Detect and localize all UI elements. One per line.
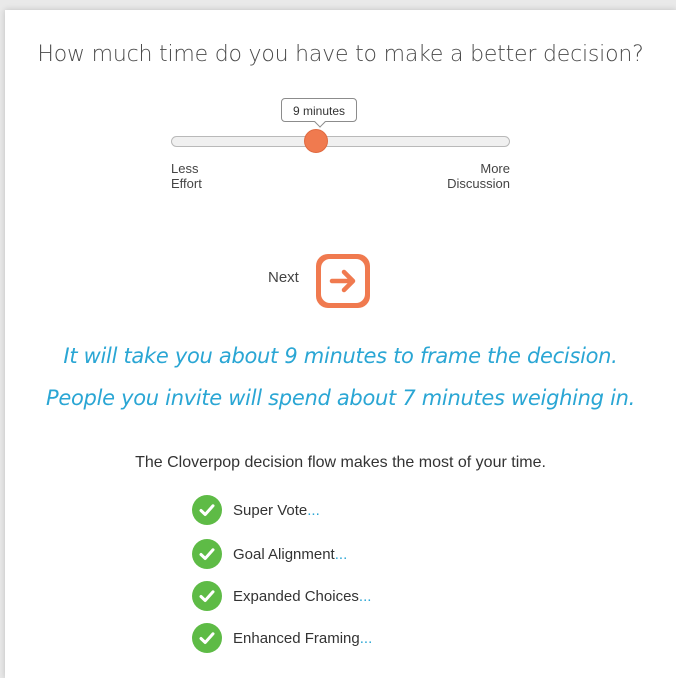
slider-right-label-line1: More: [480, 161, 510, 176]
next-button[interactable]: [316, 254, 370, 308]
feature-item-goal-alignment: Goal Alignment...: [192, 538, 347, 570]
frame-time-message: It will take you about 9 minutes to fram…: [63, 344, 618, 368]
feature-item-enhanced-framing: Enhanced Framing...: [192, 622, 372, 654]
check-icon: [192, 539, 222, 569]
feature-label: Enhanced Framing...: [233, 630, 372, 647]
arrow-right-icon: [329, 269, 356, 293]
feature-item-super-vote: Super Vote...: [192, 494, 320, 526]
feature-label-text: Enhanced Framing: [233, 629, 360, 647]
slider-value-tooltip: 9 minutes: [281, 98, 357, 122]
feature-label-text: Goal Alignment: [233, 545, 335, 563]
check-icon: [192, 495, 222, 525]
feature-item-expanded-choices: Expanded Choices...: [192, 580, 371, 612]
slider-left-label-line1: Less: [171, 161, 199, 176]
slider-left-label-line2: Effort: [171, 176, 202, 191]
slider-left-label: Less Effort: [171, 161, 202, 191]
feature-more-link[interactable]: ...: [359, 588, 372, 605]
feature-label-text: Expanded Choices: [233, 587, 359, 605]
feature-label: Expanded Choices...: [233, 588, 371, 605]
feature-more-link[interactable]: ...: [360, 630, 373, 647]
feature-label: Goal Alignment...: [233, 546, 347, 563]
time-slider-track[interactable]: [171, 136, 510, 147]
decision-card: How much time do you have to make a bett…: [5, 10, 676, 678]
feature-label-text: Super Vote: [233, 501, 308, 519]
check-icon: [192, 623, 222, 653]
feature-more-link[interactable]: ...: [307, 502, 320, 519]
page-question: How much time do you have to make a bett…: [37, 42, 644, 67]
invite-time-message: People you invite will spend about 7 min…: [46, 386, 635, 410]
feature-label: Super Vote...: [233, 502, 320, 519]
next-label[interactable]: Next: [268, 269, 299, 286]
time-slider-thumb[interactable]: [304, 129, 328, 153]
slider-right-label-line2: Discussion: [447, 176, 510, 191]
slider-right-label: More Discussion: [405, 161, 510, 191]
flow-description: The Cloverpop decision flow makes the mo…: [135, 454, 546, 471]
feature-more-link[interactable]: ...: [335, 546, 348, 563]
check-icon: [192, 581, 222, 611]
